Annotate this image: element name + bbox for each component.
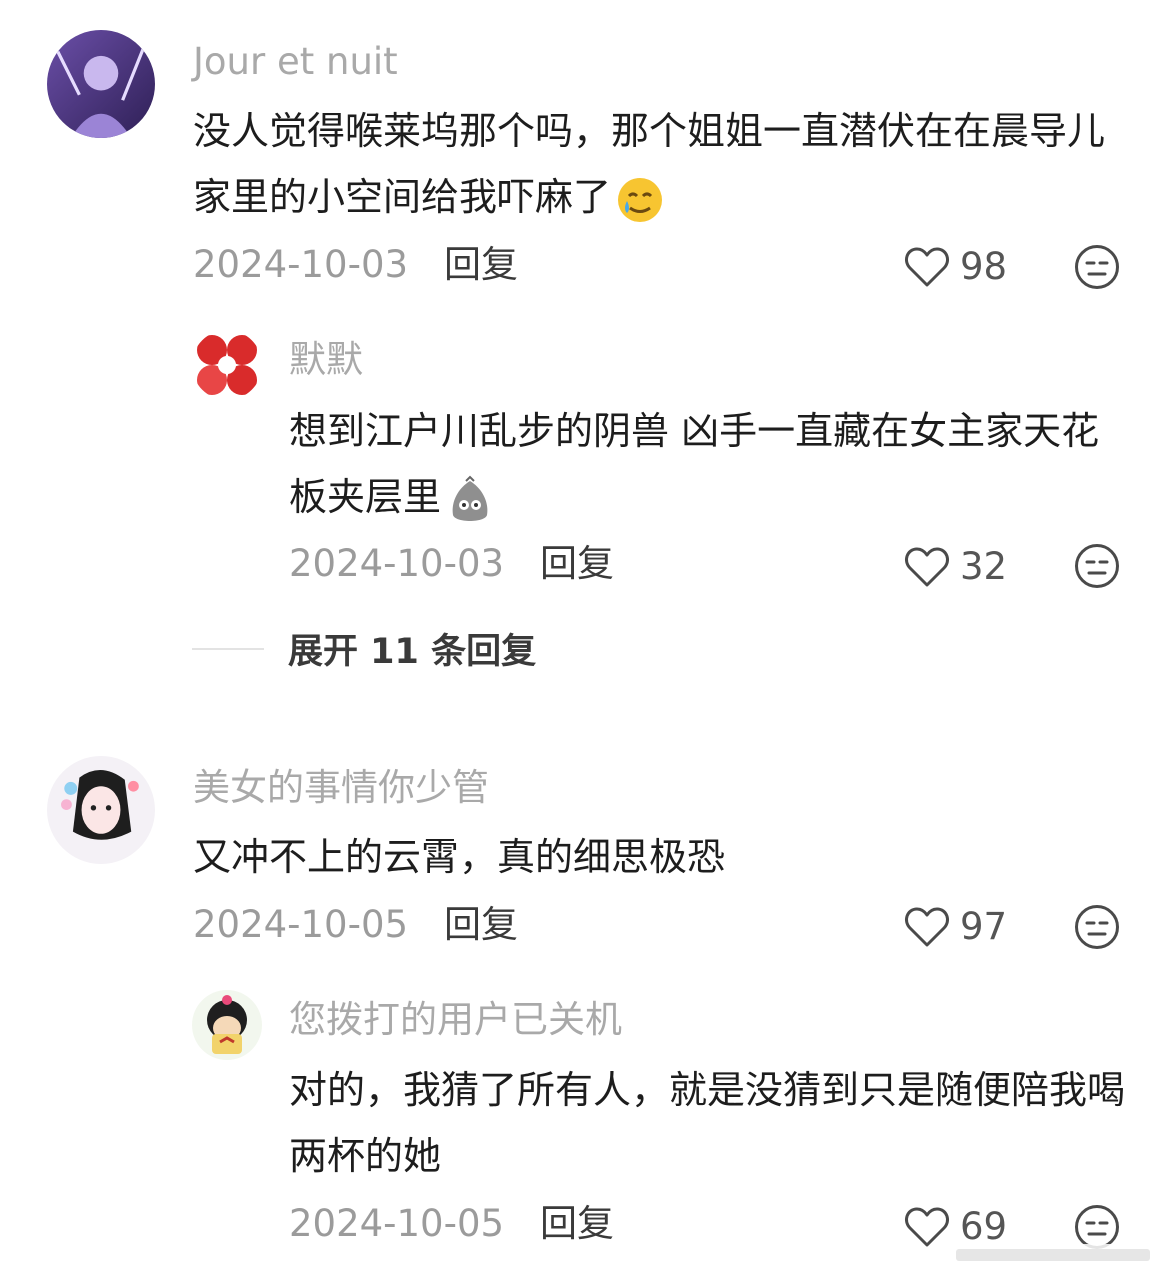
like-count: 97 — [960, 905, 1008, 948]
comment-text: 没人觉得喉莱坞那个吗，那个姐姐一直潜伏在在晨导儿家里的小空间给我吓麻了 — [193, 98, 1123, 230]
heart-outline-icon — [905, 547, 949, 586]
reply-text: 对的，我猜了所有人，就是没猜到只是随便陪我喝两杯的她 — [289, 1068, 1126, 1178]
reply-button[interactable]: 回复 — [444, 243, 518, 287]
reply-button[interactable]: 回复 — [444, 903, 518, 947]
neutral-face-icon[interactable] — [1074, 543, 1120, 589]
like-count: 98 — [960, 245, 1008, 288]
avatar[interactable] — [47, 30, 155, 138]
like-button[interactable]: 98 — [904, 245, 1007, 288]
username[interactable]: 默默 — [289, 338, 363, 382]
avatar[interactable] — [47, 756, 155, 864]
like-button[interactable]: 32 — [904, 545, 1007, 588]
heart-outline-icon — [905, 1207, 949, 1246]
username[interactable]: 美女的事情你少管 — [193, 766, 489, 810]
comment-text: 又冲不上的云霄，真的细思极恐 — [193, 835, 726, 879]
comment-date: 2024-10-03 — [193, 243, 409, 286]
grey-blob-emoji — [445, 475, 495, 525]
reply-button[interactable]: 回复 — [540, 542, 614, 586]
neutral-face-icon[interactable] — [1074, 904, 1120, 950]
username[interactable]: Jour et nuit — [193, 40, 398, 84]
watermark-logo — [948, 1244, 1158, 1266]
reply-text: 想到江户川乱步的阴兽 凶手一直藏在女主家天花板夹层里 — [289, 398, 1119, 530]
neutral-face-icon[interactable] — [1074, 244, 1120, 290]
heart-outline-icon — [905, 247, 949, 286]
reply-button[interactable]: 回复 — [540, 1202, 614, 1246]
divider — [192, 647, 264, 650]
avatar[interactable] — [192, 990, 262, 1060]
reply-date: 2024-10-03 — [289, 542, 505, 585]
like-count: 32 — [960, 545, 1008, 588]
like-button[interactable]: 97 — [904, 905, 1007, 948]
expand-replies-button[interactable]: 展开 11 条回复 — [192, 623, 536, 674]
expand-replies-label: 展开 11 条回复 — [288, 632, 537, 672]
avatar[interactable] — [192, 330, 262, 400]
comment-date: 2024-10-05 — [193, 903, 409, 946]
username[interactable]: 您拨打的用户已关机 — [289, 998, 622, 1042]
crying-smile-emoji — [615, 175, 665, 225]
reply-date: 2024-10-05 — [289, 1202, 505, 1245]
heart-outline-icon — [905, 907, 949, 946]
